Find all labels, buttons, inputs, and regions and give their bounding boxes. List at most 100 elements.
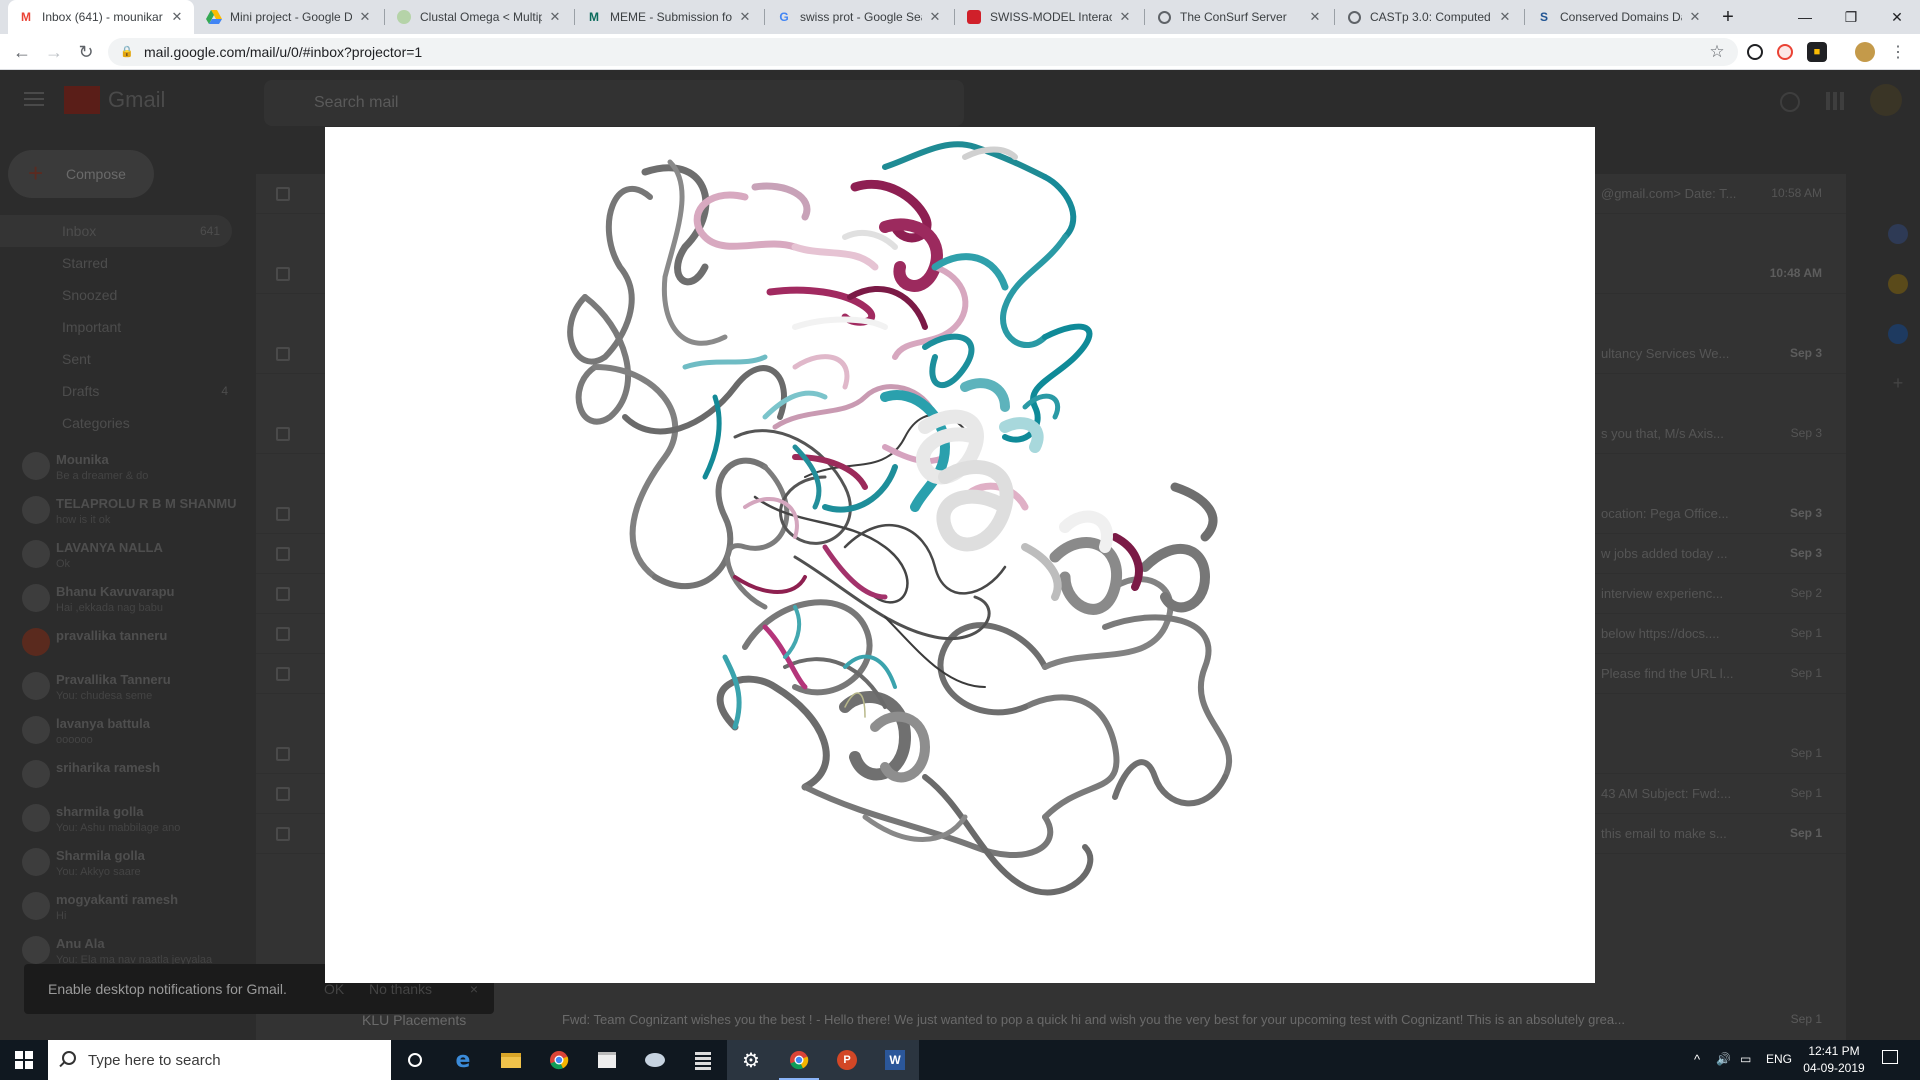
extension-icon[interactable]: ■ — [1807, 42, 1827, 62]
ncbi-icon: S — [1539, 10, 1548, 24]
show-hidden-icons-chevron[interactable]: ^ — [1694, 1052, 1700, 1067]
clock-date[interactable]: 04-09-2019 — [1802, 1061, 1866, 1075]
row-checkbox[interactable] — [276, 267, 290, 281]
gmail-icon: M — [21, 10, 31, 24]
profile-avatar[interactable] — [1855, 42, 1875, 62]
hangout-contact[interactable]: sriharika ramesh — [0, 754, 240, 798]
back-arrow-icon[interactable]: ← — [10, 40, 34, 64]
row-checkbox[interactable] — [276, 347, 290, 361]
hangout-contact[interactable]: Sharmila golla You: Akkyo saare — [0, 842, 240, 886]
chrome-icon[interactable] — [535, 1040, 583, 1080]
minimize-button[interactable]: — — [1782, 0, 1828, 34]
close-tab-icon[interactable]: ✕ — [738, 9, 752, 25]
powerpoint-icon[interactable]: P — [823, 1040, 871, 1080]
address-bar[interactable]: 🔒 mail.google.com/mail/u/0/#inbox?projec… — [108, 38, 1738, 66]
cortana-icon[interactable] — [391, 1040, 439, 1080]
sidebar-item-drafts[interactable]: Drafts 4 — [0, 375, 240, 407]
close-tab-icon[interactable]: ✕ — [1498, 9, 1512, 25]
hangout-contact[interactable]: lavanya battula oooooo — [0, 710, 240, 754]
hangout-contact[interactable]: sharmila golla You: Ashu mabbilage ano — [0, 798, 240, 842]
tab-castp[interactable]: CASTp 3.0: Computed A ✕ — [1336, 0, 1522, 34]
tab-conserved-domains[interactable]: S Conserved Domains Da ✕ — [1526, 0, 1712, 34]
add-addon-icon[interactable]: + — [1888, 374, 1908, 394]
close-tab-icon[interactable]: ✕ — [928, 9, 942, 25]
hangout-contact[interactable]: Mounika Be a dreamer & do — [0, 446, 240, 490]
sidebar-item-starred[interactable]: Starred — [0, 247, 240, 279]
close-tab-icon[interactable]: ✕ — [548, 9, 562, 25]
tab-clustal-omega[interactable]: Clustal Omega < Multip ✕ — [386, 0, 572, 34]
settings-gear-icon[interactable]: ⚙ — [727, 1040, 775, 1080]
close-tab-icon[interactable]: ✕ — [1688, 9, 1702, 25]
volume-icon[interactable]: 🔊 — [1716, 1052, 1731, 1066]
extension-icon[interactable] — [1777, 44, 1793, 60]
chrome-active-icon[interactable] — [775, 1040, 823, 1080]
language-indicator[interactable]: ENG — [1766, 1052, 1792, 1066]
extension-icon[interactable] — [1747, 44, 1763, 60]
hangout-contact[interactable]: Bhanu Kavuvarapu Hai ,ekkada nag babu — [0, 578, 240, 622]
new-tab-button[interactable]: + — [1705, 0, 1751, 34]
notification-ok-button[interactable]: OK — [324, 981, 344, 997]
row-checkbox[interactable] — [276, 827, 290, 841]
hangout-contact[interactable]: mogyakanti ramesh Hi — [0, 886, 240, 930]
close-tab-icon[interactable]: ✕ — [358, 9, 372, 25]
apps-grid-icon[interactable] — [1826, 92, 1844, 110]
calendar-icon[interactable] — [1888, 224, 1908, 244]
restore-button[interactable]: ❐ — [1828, 0, 1874, 34]
tab-mini-project[interactable]: Mini project - Google D ✕ — [196, 0, 382, 34]
row-checkbox[interactable] — [276, 627, 290, 641]
keep-icon[interactable] — [1888, 274, 1908, 294]
compose-button[interactable]: + Compose — [8, 150, 154, 198]
hangout-contact[interactable]: TELAPROLU R B M SHANMU how is it ok — [0, 490, 240, 534]
account-avatar[interactable] — [1870, 84, 1902, 116]
clustal-icon — [396, 9, 412, 25]
reload-icon[interactable]: ↻ — [74, 40, 98, 64]
hangout-contact[interactable]: pravallika tanneru — [0, 622, 240, 666]
bookmark-star-icon[interactable]: ☆ — [1705, 40, 1729, 64]
tab-swiss-model[interactable]: SWISS-MODEL Interact ✕ — [956, 0, 1142, 34]
file-explorer-icon[interactable] — [487, 1040, 535, 1080]
tab-gmail-inbox[interactable]: M Inbox (641) - mounikar ✕ — [8, 0, 194, 34]
tab-google-search[interactable]: G swiss prot - Google Sea ✕ — [766, 0, 952, 34]
email-row[interactable]: KLU Placements Fwd: Team Cognizant wishe… — [256, 1004, 1846, 1038]
sidebar-item-inbox[interactable]: Inbox 641 — [0, 215, 232, 247]
row-checkbox[interactable] — [276, 187, 290, 201]
hangout-contact[interactable]: LAVANYA NALLA Ok — [0, 534, 240, 578]
close-tab-icon[interactable]: ✕ — [1308, 9, 1322, 25]
store-icon[interactable] — [583, 1040, 631, 1080]
calculator-icon[interactable] — [679, 1040, 727, 1080]
row-checkbox[interactable] — [276, 547, 290, 561]
notification-no-thanks-button[interactable]: No thanks — [369, 981, 432, 997]
hangout-contact[interactable]: Pravallika Tanneru You: chudesa seme — [0, 666, 240, 710]
sidebar-item-categories[interactable]: Categories — [0, 407, 240, 439]
tasks-icon[interactable] — [1888, 324, 1908, 344]
start-button[interactable] — [0, 1040, 48, 1080]
close-icon[interactable]: × — [470, 981, 478, 997]
clock-time[interactable]: 12:41 PM — [1806, 1044, 1862, 1058]
close-tab-icon[interactable]: ✕ — [1118, 9, 1132, 25]
network-icon[interactable]: ▭ — [1740, 1052, 1751, 1066]
sidebar-item-sent[interactable]: Sent — [0, 343, 240, 375]
row-checkbox[interactable] — [276, 507, 290, 521]
action-center-icon[interactable] — [1882, 1050, 1898, 1064]
taskbar-search-box[interactable]: Type here to search — [48, 1040, 391, 1080]
sidebar-item-important[interactable]: Important — [0, 311, 240, 343]
app-icon[interactable] — [631, 1040, 679, 1080]
tab-meme[interactable]: M MEME - Submission for ✕ — [576, 0, 762, 34]
search-mail-input[interactable]: Search mail — [264, 80, 964, 126]
close-tab-icon[interactable]: ✕ — [170, 9, 184, 25]
sidebar-item-snoozed[interactable]: Snoozed — [0, 279, 240, 311]
row-checkbox[interactable] — [276, 587, 290, 601]
row-checkbox[interactable] — [276, 427, 290, 441]
help-icon[interactable] — [1780, 92, 1800, 112]
row-checkbox[interactable] — [276, 747, 290, 761]
forward-arrow-icon[interactable]: → — [42, 40, 66, 64]
row-checkbox[interactable] — [276, 787, 290, 801]
edge-icon[interactable]: e — [439, 1040, 487, 1080]
word-icon[interactable]: W — [871, 1040, 919, 1080]
more-menu-icon[interactable]: ⋮ — [1886, 40, 1910, 64]
tab-consurf[interactable]: The ConSurf Server ✕ — [1146, 0, 1332, 34]
gmail-logo[interactable]: Gmail — [64, 86, 165, 114]
close-window-button[interactable]: ✕ — [1874, 0, 1920, 34]
main-menu-icon[interactable] — [24, 92, 44, 106]
row-checkbox[interactable] — [276, 667, 290, 681]
